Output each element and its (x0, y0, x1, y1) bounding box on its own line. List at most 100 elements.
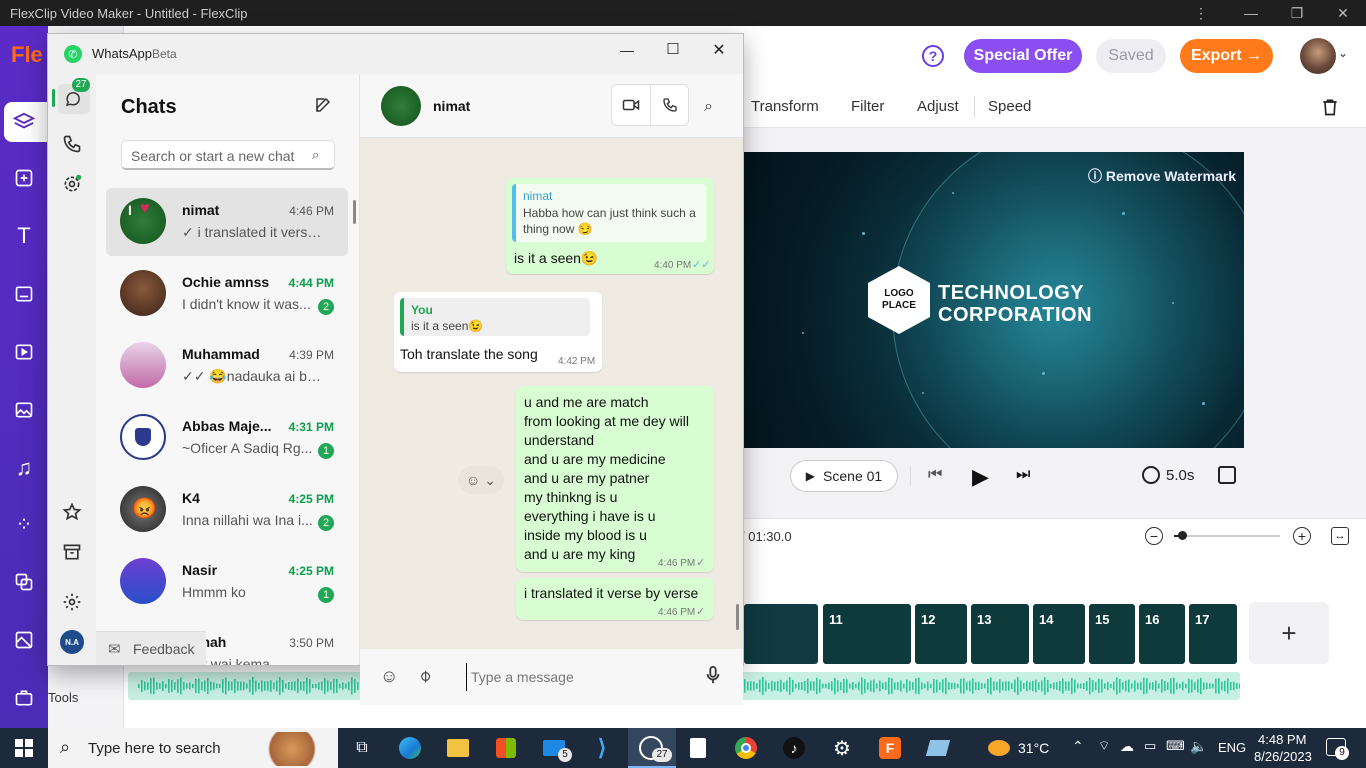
elements-icon[interactable]: ⁘ (0, 504, 48, 544)
attach-icon[interactable]: ⌀ (414, 665, 435, 686)
starred-icon[interactable] (62, 502, 82, 527)
maximize-button[interactable]: ❐ (1274, 0, 1320, 26)
zoom-slider-knob[interactable] (1178, 531, 1187, 540)
notification-center-icon[interactable]: 9 (1326, 738, 1349, 760)
show-hidden-icons[interactable]: ⌃ (1072, 738, 1084, 755)
play-icon[interactable]: ▶ (972, 464, 989, 490)
zoom-in-icon[interactable]: + (1293, 527, 1311, 545)
music-icon[interactable]: ♫ (0, 448, 48, 488)
emoji-reaction-button[interactable]: ☺ ⌄ (458, 466, 504, 494)
timeline-clip[interactable]: 15 (1089, 604, 1135, 664)
timeline-clip[interactable]: 11 (823, 604, 911, 664)
overlay-icon[interactable] (0, 562, 48, 602)
chevron-down-icon[interactable]: ⌄ (1338, 46, 1348, 60)
fit-timeline-icon[interactable]: ↔ (1331, 527, 1349, 545)
taskbar-search-box[interactable]: ⌕ Type here to search (48, 728, 338, 768)
vscode-icon[interactable]: ⟩ (588, 734, 616, 762)
trash-icon[interactable] (1320, 96, 1340, 122)
timeline-clip[interactable]: 17 (1189, 604, 1237, 664)
input-method-icon[interactable]: ⌨ (1166, 738, 1185, 754)
subtitle-icon[interactable] (0, 274, 48, 314)
timeline-clip[interactable] (744, 604, 818, 664)
chat-item-muhammad[interactable]: Muhammad 4:39 PM ✓✓ 😂nadauka ai ba... (106, 332, 348, 400)
chat-item-nimat[interactable]: I ♥ nimat 4:46 PM ✓ i translated it verse… (106, 188, 348, 256)
conversation-scrollbar[interactable] (736, 604, 739, 630)
chat-item-abbas[interactable]: Abbas Maje... 4:31 PM ~Oficer A Sadiq Rg… (106, 404, 348, 472)
clock-time[interactable]: 4:48 PM (1258, 732, 1306, 747)
minimize-button[interactable]: — (1228, 0, 1274, 26)
timeline-clip[interactable]: 14 (1033, 604, 1085, 664)
tools-icon[interactable] (0, 678, 48, 718)
network-icon[interactable]: ⌔ (1098, 738, 1110, 754)
emoji-icon[interactable]: ☺ (380, 666, 398, 687)
chat-item-ochie[interactable]: Ochie amnss 4:44 PM I didn't know it was… (106, 260, 348, 328)
image-icon[interactable] (0, 390, 48, 430)
chat-item-k4[interactable]: 😡 K4 4:25 PM Inna nillahi wa Ina i... 2 (106, 476, 348, 544)
search-input[interactable]: Search or start a new chat ⌕ (121, 140, 335, 170)
quoted-message[interactable]: nimat Habba how can just think such a th… (512, 184, 706, 242)
video-icon[interactable] (0, 332, 48, 372)
timeline-clip[interactable]: 12 (915, 604, 967, 664)
more-options-icon[interactable]: ⋮ (1178, 0, 1224, 26)
contact-avatar[interactable] (381, 86, 421, 126)
status-icon[interactable] (62, 174, 82, 199)
filter-tool[interactable]: Filter (851, 98, 884, 115)
feedback-button[interactable]: ✉ Feedback (96, 631, 206, 665)
fullscreen-icon[interactable] (1218, 466, 1236, 484)
language-indicator[interactable]: ENG (1218, 740, 1246, 755)
app-icon[interactable] (924, 734, 952, 762)
calls-icon[interactable] (62, 134, 82, 159)
new-chat-icon[interactable] (314, 96, 332, 119)
chat-item-nasir[interactable]: Nasir 4:25 PM Hmmm ko 1 (106, 548, 348, 616)
scene-duration[interactable]: 5.0s (1166, 467, 1194, 484)
video-call-icon[interactable] (622, 97, 640, 118)
message-outgoing[interactable]: i translated it verse by verse 4:46 PM ✓ (516, 578, 714, 620)
volume-icon[interactable]: 🔈 (1190, 738, 1207, 755)
remove-watermark-button[interactable]: ⓘ Remove Watermark (1088, 166, 1236, 186)
archive-icon[interactable] (62, 542, 82, 567)
layers-icon[interactable] (0, 102, 48, 142)
mail-icon[interactable]: 5 (540, 734, 572, 762)
message-outgoing[interactable]: nimat Habba how can just think such a th… (506, 178, 714, 274)
user-avatar[interactable] (1300, 38, 1336, 74)
background-icon[interactable] (0, 620, 48, 660)
adjust-tool[interactable]: Adjust (917, 98, 959, 115)
add-clip-button[interactable]: + (1249, 602, 1329, 664)
weather-icon[interactable] (988, 740, 1010, 756)
text-icon[interactable]: T (0, 216, 48, 256)
quoted-message[interactable]: You is it a seen😉 (400, 298, 590, 336)
export-button[interactable]: Export → (1180, 39, 1273, 73)
cloud-icon[interactable]: ☁ (1120, 738, 1134, 755)
message-outgoing[interactable]: u and me are match from looking at me de… (516, 386, 714, 572)
clock-date[interactable]: 8/26/2023 (1254, 749, 1312, 764)
timeline-clip[interactable]: 16 (1139, 604, 1185, 664)
upload-icon[interactable] (0, 158, 48, 198)
zoom-out-icon[interactable]: − (1145, 527, 1163, 545)
tiktok-icon[interactable]: ♪ (780, 734, 808, 762)
voice-call-icon[interactable] (662, 97, 678, 118)
message-input[interactable]: Type a message (466, 663, 686, 691)
wa-minimize-button[interactable]: — (612, 42, 642, 66)
chrome-icon[interactable] (732, 734, 760, 762)
timeline-clip[interactable]: 13 (971, 604, 1029, 664)
search-chat-icon[interactable]: ⌕ (704, 98, 713, 116)
edge-icon[interactable] (396, 734, 424, 762)
zoom-slider[interactable] (1174, 535, 1280, 537)
wa-close-button[interactable]: ✕ (704, 40, 734, 64)
weather-temp[interactable]: 31°C (1018, 740, 1049, 756)
profile-avatar[interactable]: N.A (60, 630, 84, 654)
store-icon[interactable] (492, 734, 520, 762)
help-icon[interactable]: ? (922, 45, 944, 67)
contact-name[interactable]: nimat (433, 98, 470, 114)
speed-tool[interactable]: Speed (988, 98, 1031, 115)
wa-maximize-button[interactable]: ☐ (658, 40, 688, 64)
settings-icon[interactable] (62, 592, 82, 617)
chat-list-scrollbar[interactable] (353, 200, 356, 224)
chats-nav-button[interactable]: 27 (58, 78, 90, 114)
special-offer-button[interactable]: Special Offer (964, 39, 1082, 73)
message-incoming[interactable]: You is it a seen😉 Toh translate the song… (394, 292, 602, 372)
notepad-icon[interactable] (684, 734, 712, 762)
close-button[interactable]: ✕ (1320, 0, 1366, 26)
battery-icon[interactable]: ▭ (1144, 738, 1156, 754)
settings-gear-icon[interactable]: ⚙ (828, 734, 856, 762)
